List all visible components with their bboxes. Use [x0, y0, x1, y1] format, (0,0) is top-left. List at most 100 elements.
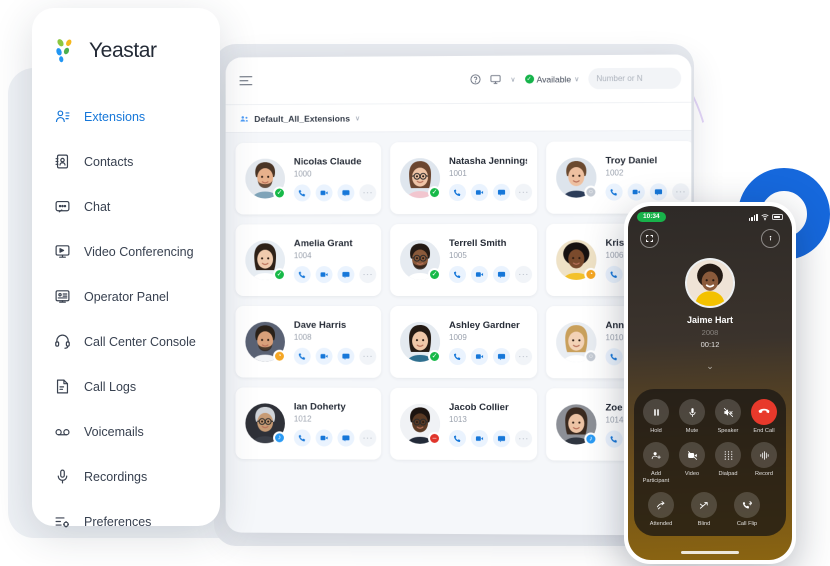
- extension-card[interactable]: ✓ Amelia Grant 1004 ···: [236, 224, 382, 296]
- chat-button[interactable]: [493, 183, 510, 200]
- contact-name: Dave Harris: [294, 319, 371, 330]
- search-input[interactable]: Number or N: [588, 68, 681, 90]
- presence-badge-online: ✓: [428, 186, 441, 199]
- sidebar-item-call-logs[interactable]: Call Logs: [32, 364, 220, 409]
- control-label: Hold: [639, 428, 673, 435]
- sidebar-item-label: Preferences: [84, 515, 151, 529]
- chat-button[interactable]: [337, 266, 354, 283]
- call-button[interactable]: [294, 266, 311, 283]
- extension-card-grid: ✓ Nicolas Claude 1000 ··· ✓ Natasha Jennings 1…: [236, 141, 692, 461]
- expand-icon[interactable]: [640, 229, 659, 248]
- record-button[interactable]: Record: [747, 442, 781, 485]
- sidebar-item-preferences[interactable]: Preferences: [32, 499, 220, 544]
- chat-button[interactable]: [337, 429, 354, 446]
- sidebar-item-voicemails[interactable]: Voicemails: [32, 409, 220, 454]
- sidebar-item-chat[interactable]: Chat: [32, 184, 220, 229]
- call-button[interactable]: [605, 348, 622, 365]
- chat-button[interactable]: [493, 430, 510, 447]
- app-topbar: ∨ ✓ Available ∨ Number or N: [226, 54, 692, 105]
- contact-extension: 1009: [449, 332, 527, 341]
- call-logs-icon: [54, 378, 71, 395]
- call-button[interactable]: [294, 184, 311, 201]
- hold-button[interactable]: Hold: [639, 399, 673, 435]
- call-button[interactable]: [605, 183, 622, 200]
- video-call-button[interactable]: [316, 184, 333, 201]
- sidebar-item-call-center-console[interactable]: Call Center Console: [32, 319, 220, 364]
- video-call-button[interactable]: [471, 183, 488, 200]
- more-icon[interactable]: ···: [515, 348, 532, 365]
- chat-button[interactable]: [650, 183, 667, 200]
- attended-button[interactable]: Attended: [644, 492, 678, 528]
- call-button[interactable]: [449, 347, 466, 364]
- contacts-icon: [54, 153, 71, 170]
- presence-badge-online: ✓: [273, 187, 286, 200]
- extension-card-info: Amelia Grant 1004 ···: [294, 238, 371, 283]
- hamburger-icon[interactable]: [239, 76, 252, 86]
- pause-icon: [643, 399, 669, 425]
- end-call-button[interactable]: End Call: [747, 399, 781, 435]
- chat-button[interactable]: [337, 347, 354, 364]
- call-button[interactable]: [449, 265, 466, 282]
- video-call-button[interactable]: [316, 429, 333, 446]
- call-controls-row-1: Hold Mute Speaker End Call: [638, 399, 782, 435]
- sidebar-item-recordings[interactable]: Recordings: [32, 454, 220, 499]
- dialpad-button[interactable]: Dialpad: [711, 442, 745, 485]
- call-button[interactable]: [605, 430, 622, 447]
- contact-actions: ···: [294, 184, 371, 201]
- more-icon[interactable]: ···: [359, 429, 376, 446]
- video-call-button[interactable]: [316, 347, 333, 364]
- caller-name: Jaime Hart: [628, 315, 792, 325]
- video-call-button[interactable]: [628, 183, 645, 200]
- extension-card[interactable]: – Jacob Collier 1013 ···: [390, 388, 537, 461]
- info-icon[interactable]: [761, 229, 780, 248]
- extension-card[interactable]: ✓ Terrell Smith 1005 ···: [390, 224, 537, 296]
- more-icon[interactable]: ···: [359, 347, 376, 364]
- video-call-button[interactable]: [471, 265, 488, 282]
- blind-button[interactable]: Blind: [687, 492, 721, 528]
- extension-card[interactable]: ♪ Ian Doherty 1012 ···: [236, 387, 382, 459]
- video-call-button[interactable]: [316, 266, 333, 283]
- avatar: ◔: [556, 240, 596, 280]
- status-badge[interactable]: ✓ Available ∨: [525, 74, 580, 84]
- video-call-button[interactable]: [471, 430, 488, 447]
- video-call-button[interactable]: [471, 348, 488, 365]
- device-caret-icon[interactable]: ∨: [510, 75, 515, 83]
- extension-card[interactable]: ✓ Ashley Gardner 1009 ···: [390, 306, 537, 378]
- more-icon[interactable]: ···: [359, 184, 376, 201]
- add-participant-button[interactable]: Add Participant: [639, 442, 673, 485]
- more-icon[interactable]: ···: [515, 183, 532, 200]
- sidebar-item-extensions[interactable]: Extensions: [32, 94, 220, 139]
- sidebar-item-contacts[interactable]: Contacts: [32, 139, 220, 184]
- call-button[interactable]: [294, 347, 311, 364]
- avatar: –: [400, 404, 440, 444]
- search-placeholder: Number or N: [596, 74, 642, 83]
- speaker-button[interactable]: Speaker: [711, 399, 745, 435]
- extension-card[interactable]: ◔ Dave Harris 1008 ···: [236, 306, 382, 378]
- more-icon[interactable]: ···: [672, 183, 689, 200]
- chat-button[interactable]: [337, 184, 354, 201]
- sidebar-item-video-conferencing[interactable]: Video Conferencing: [32, 229, 220, 274]
- contact-extension: 1013: [449, 414, 527, 423]
- call-button[interactable]: [605, 265, 622, 282]
- call-flip-button[interactable]: Call Flip: [730, 492, 764, 528]
- help-circle-icon[interactable]: [470, 74, 481, 85]
- extension-card-info: Dave Harris 1008 ···: [294, 319, 371, 364]
- video-button[interactable]: Video: [675, 442, 709, 485]
- desktop-icon[interactable]: [490, 74, 501, 85]
- call-button[interactable]: [449, 183, 466, 200]
- call-button[interactable]: [294, 429, 311, 446]
- more-icon[interactable]: ···: [359, 266, 376, 283]
- extension-card[interactable]: ✓ Natasha Jennings 1001 ···: [390, 142, 537, 214]
- sidebar-item-operator-panel[interactable]: Operator Panel: [32, 274, 220, 319]
- more-icon[interactable]: ···: [515, 430, 532, 447]
- more-icon[interactable]: ···: [515, 265, 532, 282]
- extension-card[interactable]: ✓ Nicolas Claude 1000 ···: [236, 142, 382, 214]
- call-button[interactable]: [449, 429, 466, 446]
- mute-button[interactable]: Mute: [675, 399, 709, 435]
- group-caret-icon[interactable]: ∨: [355, 114, 360, 122]
- collapse-caret-icon[interactable]: ⌄: [628, 361, 792, 372]
- chat-button[interactable]: [493, 265, 510, 282]
- contact-extension: 1002: [605, 168, 684, 177]
- chat-button[interactable]: [493, 348, 510, 365]
- contact-actions: ···: [449, 265, 527, 282]
